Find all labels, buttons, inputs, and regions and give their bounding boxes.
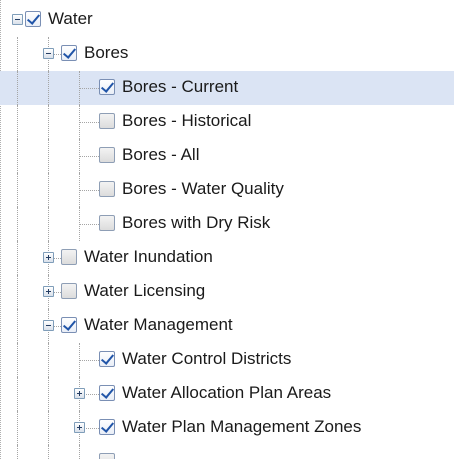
- tree-row-bores-dry-risk[interactable]: Bores with Dry Risk: [0, 207, 454, 241]
- checkmark-icon: [26, 11, 41, 25]
- tree-connector-vertical: [17, 173, 18, 207]
- tree-connector-vertical: [48, 105, 49, 139]
- layer-tree: Water Bores Bores - Current Bores - Histori…: [0, 0, 454, 459]
- tree-connector-vertical: [17, 207, 18, 241]
- expand-icon[interactable]: [74, 388, 85, 399]
- tree-label[interactable]: Bores: [84, 43, 128, 63]
- tree-connector-vertical: [17, 377, 18, 411]
- tree-row-water[interactable]: Water: [0, 3, 454, 37]
- tree-connector-vertical: [48, 173, 49, 207]
- tree-label[interactable]: Bores - All: [122, 145, 199, 165]
- checkbox-unchecked[interactable]: [99, 147, 115, 163]
- expand-icon[interactable]: [74, 422, 85, 433]
- expand-icon[interactable]: [43, 252, 54, 263]
- tree-connector-horizontal: [79, 122, 99, 123]
- tree-connector-vertical: [48, 71, 49, 105]
- checkbox-checked[interactable]: [99, 79, 115, 95]
- tree-connector-vertical: [17, 445, 18, 459]
- checkbox-unchecked[interactable]: [99, 453, 115, 459]
- checkbox-checked[interactable]: [99, 419, 115, 435]
- checkmark-icon: [62, 45, 77, 59]
- checkbox-unchecked[interactable]: [99, 181, 115, 197]
- checkbox-unchecked[interactable]: [61, 249, 77, 265]
- tree-connector-vertical: [17, 275, 18, 309]
- collapse-icon[interactable]: [12, 14, 23, 25]
- tree-label[interactable]: Bores - Historical: [122, 111, 251, 131]
- tree-label[interactable]: Water Licensing: [84, 281, 205, 301]
- tree-connector-horizontal: [79, 156, 99, 157]
- tree-row-bores-current[interactable]: Bores - Current: [0, 71, 454, 105]
- tree-row-water-next-item[interactable]: [0, 445, 454, 459]
- tree-connector-vertical: [48, 139, 49, 173]
- tree-connector-vertical: [48, 411, 49, 445]
- checkbox-checked[interactable]: [25, 11, 41, 27]
- checkbox-unchecked[interactable]: [61, 283, 77, 299]
- tree-row-bores-water-quality[interactable]: Bores - Water Quality: [0, 173, 454, 207]
- tree-label[interactable]: Water Allocation Plan Areas: [122, 383, 331, 403]
- tree-connector-vertical: [17, 71, 18, 105]
- tree-connector-vertical: [17, 139, 18, 173]
- tree-row-water-allocation-plan-areas[interactable]: Water Allocation Plan Areas: [0, 377, 454, 411]
- tree-connector-horizontal: [79, 224, 99, 225]
- tree-connector-horizontal: [79, 360, 99, 361]
- tree-connector-vertical: [17, 37, 18, 71]
- tree-label[interactable]: Bores - Current: [122, 77, 238, 97]
- tree-row-water-plan-management-zones[interactable]: Water Plan Management Zones: [0, 411, 454, 445]
- tree-label[interactable]: Water Control Districts: [122, 349, 291, 369]
- tree-label[interactable]: Bores - Water Quality: [122, 179, 284, 199]
- tree-row-bores-historical[interactable]: Bores - Historical: [0, 105, 454, 139]
- tree-connector-vertical: [48, 445, 49, 459]
- checkmark-icon: [100, 351, 115, 365]
- tree-row-bores-all[interactable]: Bores - All: [0, 139, 454, 173]
- checkbox-checked[interactable]: [99, 351, 115, 367]
- checkbox-checked[interactable]: [61, 45, 77, 61]
- checkmark-icon: [100, 79, 115, 93]
- tree-label[interactable]: Water Plan Management Zones: [122, 417, 361, 437]
- tree-connector-vertical: [17, 343, 18, 377]
- tree-row-water-inundation[interactable]: Water Inundation: [0, 241, 454, 275]
- tree-row-water-control-districts[interactable]: Water Control Districts: [0, 343, 454, 377]
- tree-connector-vertical: [17, 309, 18, 343]
- collapse-icon[interactable]: [43, 320, 54, 331]
- checkbox-checked[interactable]: [99, 385, 115, 401]
- tree-connector-horizontal: [79, 88, 99, 89]
- tree-label[interactable]: Water Management: [84, 315, 233, 335]
- tree-connector-vertical: [17, 411, 18, 445]
- tree-connector-vertical: [17, 105, 18, 139]
- tree-connector-horizontal: [79, 190, 99, 191]
- tree-connector-vertical: [48, 377, 49, 411]
- checkmark-icon: [100, 385, 115, 399]
- tree-connector-vertical: [48, 343, 49, 377]
- tree-connector-vertical: [48, 207, 49, 241]
- tree-label[interactable]: Bores with Dry Risk: [122, 213, 270, 233]
- tree-connector-vertical: [17, 241, 18, 275]
- expand-icon[interactable]: [43, 286, 54, 297]
- checkbox-checked[interactable]: [61, 317, 77, 333]
- tree-label[interactable]: Water Inundation: [84, 247, 213, 267]
- tree-connector-vertical: [79, 445, 80, 459]
- checkbox-unchecked[interactable]: [99, 113, 115, 129]
- tree-label[interactable]: Water: [48, 9, 93, 29]
- collapse-icon[interactable]: [43, 48, 54, 59]
- checkmark-icon: [62, 317, 77, 331]
- checkmark-icon: [100, 419, 115, 433]
- tree-row-water-management[interactable]: Water Management: [0, 309, 454, 343]
- checkbox-unchecked[interactable]: [99, 215, 115, 231]
- tree-row-bores[interactable]: Bores: [0, 37, 454, 71]
- tree-row-water-licensing[interactable]: Water Licensing: [0, 275, 454, 309]
